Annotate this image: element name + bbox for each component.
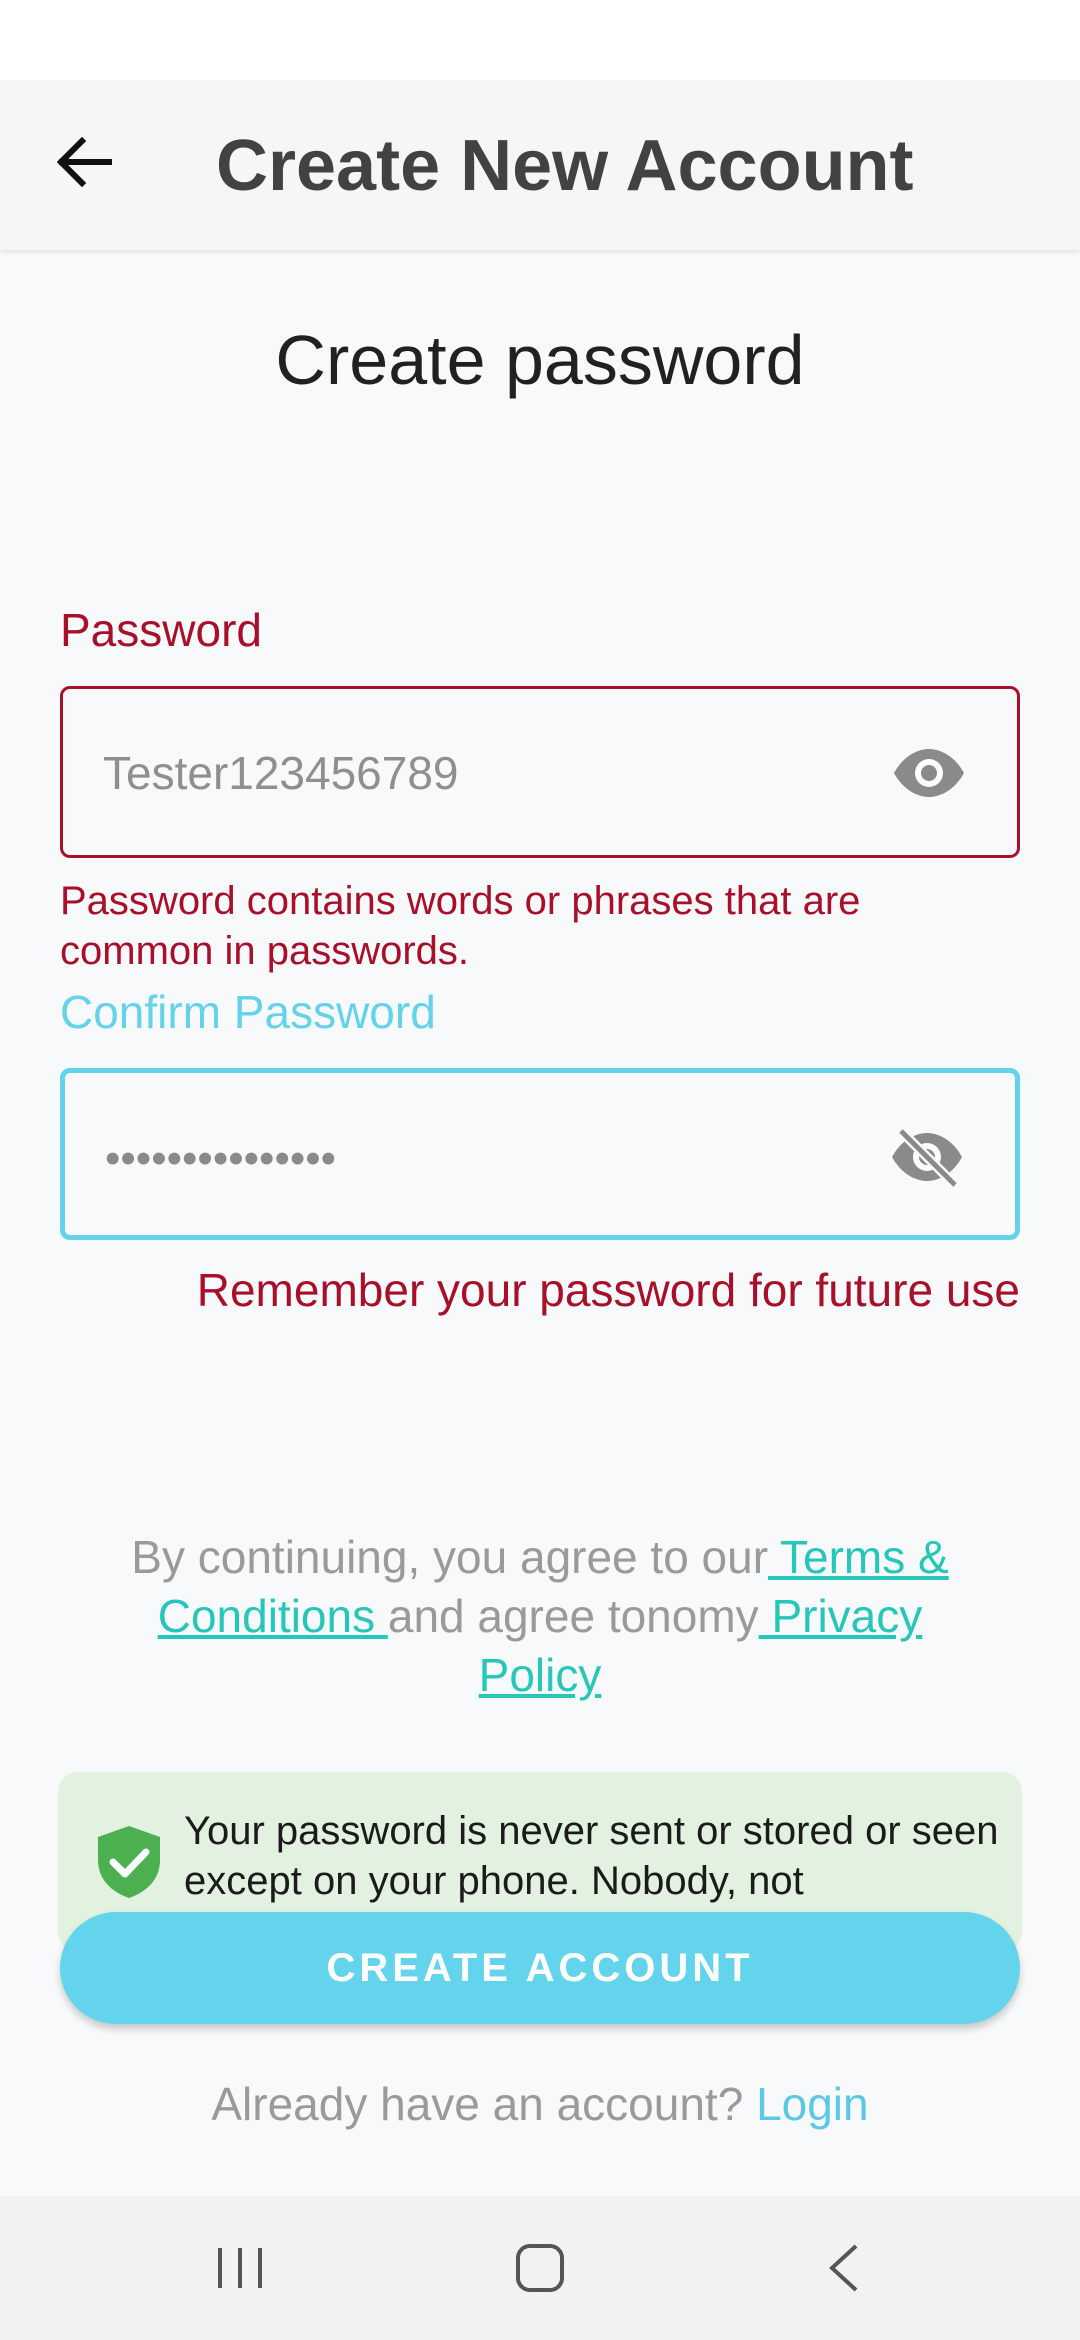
app-bar: Create New Account bbox=[0, 80, 1080, 250]
login-link[interactable]: Login bbox=[756, 2078, 869, 2130]
privacy-info-text: Your password is never sent or stored or… bbox=[184, 1809, 999, 1903]
system-back-button[interactable] bbox=[804, 2232, 884, 2304]
app-title: Create New Account bbox=[216, 126, 914, 206]
agreement-prefix: By continuing, you agree to our bbox=[131, 1531, 769, 1583]
confirm-password-field[interactable]: ••••••••••••••• bbox=[60, 1068, 1020, 1240]
password-field[interactable]: Tester123456789 bbox=[60, 686, 1020, 858]
confirm-password-label: Confirm Password bbox=[60, 986, 436, 1038]
shield-check-icon bbox=[98, 1826, 160, 1898]
chevron-left-icon bbox=[829, 2244, 858, 2292]
password-hint: Remember your password for future use bbox=[196, 1264, 1020, 1316]
show-password-toggle[interactable] bbox=[887, 733, 971, 813]
recent-apps-button[interactable] bbox=[200, 2232, 280, 2304]
arrow-left-icon bbox=[56, 137, 112, 187]
login-prompt: Already have an account? bbox=[211, 2078, 757, 2130]
eye-icon bbox=[894, 749, 964, 797]
status-bar bbox=[0, 0, 1080, 80]
password-label: Password bbox=[60, 604, 262, 656]
agreement-text: By continuing, you agree to our Terms & … bbox=[90, 1528, 990, 1705]
hide-password-toggle[interactable] bbox=[885, 1117, 969, 1197]
password-error: Password contains words or phrases that … bbox=[60, 879, 861, 973]
home-button[interactable] bbox=[500, 2232, 580, 2304]
confirm-password-input[interactable]: ••••••••••••••• bbox=[105, 1131, 336, 1187]
system-nav-bar bbox=[0, 2196, 1080, 2340]
create-account-button[interactable]: CREATE ACCOUNT bbox=[60, 1912, 1020, 2024]
recent-apps-icon bbox=[218, 2248, 262, 2288]
login-row: Already have an account? Login bbox=[0, 2076, 1080, 2132]
eye-off-icon bbox=[892, 1127, 962, 1187]
page-heading: Create password bbox=[275, 321, 805, 399]
back-button[interactable] bbox=[44, 122, 124, 202]
password-input[interactable]: Tester123456789 bbox=[103, 745, 459, 801]
home-icon bbox=[516, 2244, 564, 2292]
agreement-middle: and agree tonomy bbox=[387, 1590, 759, 1642]
